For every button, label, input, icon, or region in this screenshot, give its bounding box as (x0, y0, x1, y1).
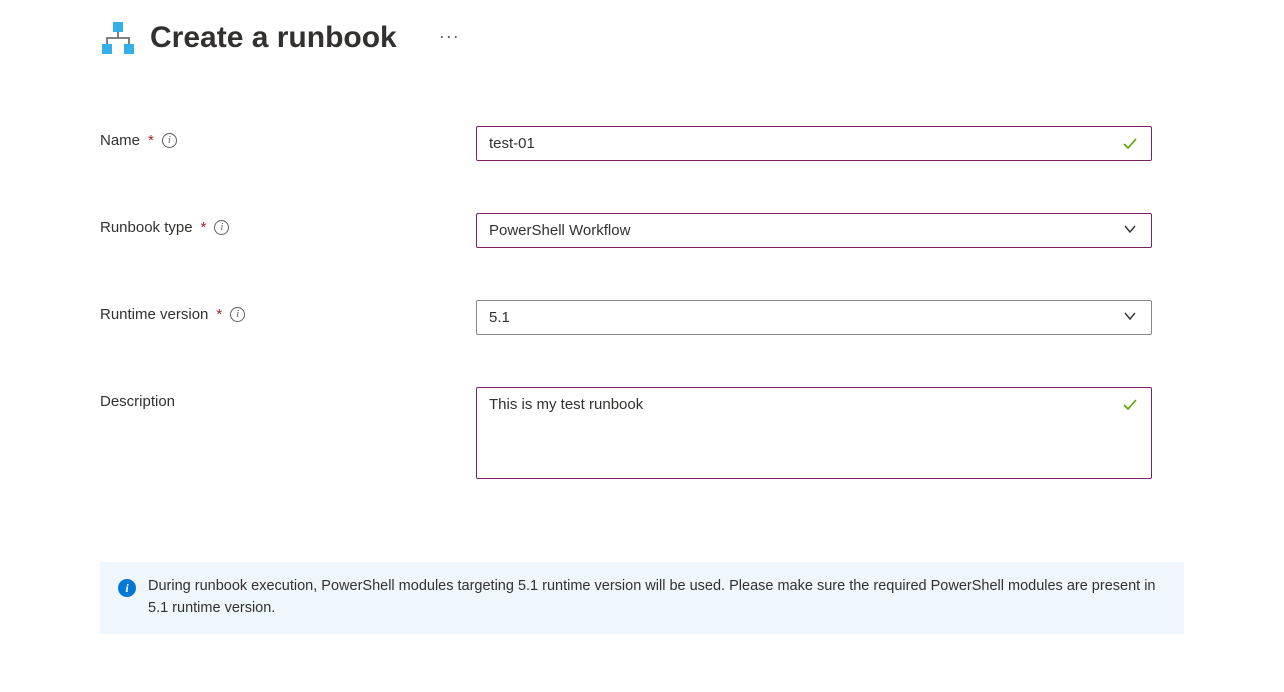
runtime-version-value: 5.1 (489, 309, 510, 326)
runbook-type-select[interactable]: PowerShell Workflow (476, 213, 1152, 248)
runbook-type-label: Runbook type * i (100, 213, 476, 236)
info-banner: i During runbook execution, PowerShell m… (100, 562, 1184, 634)
runbook-type-label-text: Runbook type (100, 219, 193, 236)
runtime-version-select[interactable]: 5.1 (476, 300, 1152, 335)
required-asterisk: * (201, 219, 207, 236)
runtime-version-label-text: Runtime version (100, 306, 208, 323)
name-label-text: Name (100, 132, 140, 149)
runtime-version-label: Runtime version * i (100, 300, 476, 323)
info-icon[interactable]: i (162, 133, 177, 148)
more-actions-button[interactable]: ··· (439, 26, 460, 47)
runbook-type-value: PowerShell Workflow (489, 222, 630, 239)
chevron-down-icon (1123, 222, 1137, 240)
info-icon[interactable]: i (214, 220, 229, 235)
name-label: Name * i (100, 126, 476, 149)
description-textarea[interactable] (476, 387, 1152, 479)
form-row-name: Name * i (100, 126, 1184, 161)
form-row-runbook-type: Runbook type * i PowerShell Workflow (100, 213, 1184, 248)
page-title: Create a runbook (150, 21, 397, 55)
description-label: Description (100, 387, 476, 410)
info-icon[interactable]: i (230, 307, 245, 322)
chevron-down-icon (1123, 309, 1137, 327)
name-input[interactable] (476, 126, 1152, 161)
required-asterisk: * (216, 306, 222, 323)
info-banner-icon: i (118, 579, 136, 597)
form-row-runtime-version: Runtime version * i 5.1 (100, 300, 1184, 335)
form-row-description: Description (100, 387, 1184, 482)
runbook-hierarchy-icon (100, 20, 136, 56)
info-banner-text: During runbook execution, PowerShell mod… (148, 576, 1166, 620)
required-asterisk: * (148, 132, 154, 149)
page-header: Create a runbook ··· (100, 20, 1184, 56)
description-label-text: Description (100, 393, 175, 410)
